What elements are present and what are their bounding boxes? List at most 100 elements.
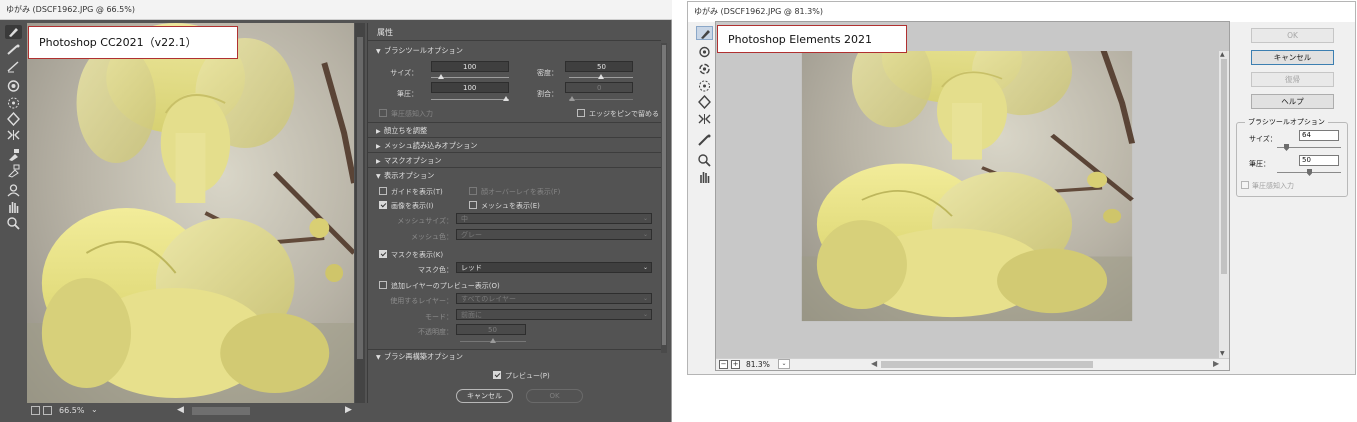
zoom-tool-icon[interactable]	[5, 216, 22, 230]
mesh-size-select[interactable]: 中 ⌄	[456, 213, 652, 224]
rate-input[interactable]: 0	[565, 82, 633, 93]
zoom-out-icon[interactable]: −	[719, 360, 728, 369]
cancel-button[interactable]: キャンセル	[456, 389, 513, 403]
reconstruct-tool-icon[interactable]	[696, 133, 713, 147]
size-slider[interactable]	[431, 74, 509, 79]
show-guides-checkbox[interactable]	[379, 187, 387, 195]
stylus-pressure-checkbox[interactable]	[379, 109, 387, 117]
group-title: ブラシツールオプション	[1245, 117, 1328, 127]
face-overlay-checkbox[interactable]	[469, 187, 477, 195]
slider-knob[interactable]	[438, 74, 444, 79]
use-layer-select[interactable]: すべてのレイヤー ⌄	[456, 293, 652, 304]
freeze-mask-tool-icon[interactable]	[5, 148, 22, 162]
load-mesh-section[interactable]: ▶ メッシュ読み込みオプション	[376, 141, 477, 151]
show-mesh-label: メッシュを表示(E)	[481, 202, 540, 210]
scroll-left-icon[interactable]: ◀	[177, 405, 184, 415]
chevron-down-icon: ⌄	[642, 215, 648, 222]
warp-tool-icon[interactable]	[696, 26, 713, 40]
twirl-clockwise-tool-icon[interactable]	[696, 45, 713, 59]
image-preview[interactable]	[27, 23, 354, 403]
liquify-toolbar	[693, 23, 715, 363]
zoom-in-icon[interactable]	[43, 406, 52, 415]
opacity-input[interactable]: 50	[456, 324, 526, 335]
chevron-down-icon: ⌄	[642, 295, 648, 302]
pucker-tool-icon[interactable]	[5, 96, 22, 110]
forward-warp-tool-icon[interactable]	[5, 25, 22, 39]
vertical-scrollbar[interactable]	[355, 23, 365, 403]
pressure-label: 筆圧：	[1249, 160, 1270, 168]
mode-select[interactable]: 前面に ⌄	[456, 309, 652, 320]
zoom-tool-icon[interactable]	[696, 153, 713, 167]
horizontal-scroll-thumb[interactable]	[881, 361, 1093, 368]
mesh-color-select[interactable]: グレー ⌄	[456, 229, 652, 240]
slider-knob[interactable]	[1307, 169, 1312, 176]
rate-slider[interactable]	[569, 96, 633, 101]
pin-edges-checkbox[interactable]	[577, 109, 585, 117]
face-tool-icon[interactable]	[5, 183, 22, 197]
hand-tool-icon[interactable]	[5, 200, 22, 214]
view-options-section[interactable]: ▼ 表示オプション	[376, 171, 434, 181]
preview-checkbox[interactable]	[493, 371, 501, 379]
zoom-out-icon[interactable]	[31, 406, 40, 415]
zoom-in-icon[interactable]: +	[731, 360, 740, 369]
brush-tool-options-section[interactable]: ▼ ブラシツールオプション	[376, 46, 463, 56]
size-input[interactable]: 64	[1299, 130, 1339, 141]
reconstruct-tool-icon[interactable]	[5, 43, 22, 57]
scroll-left-icon[interactable]: ◀	[871, 359, 877, 368]
panel-scrollbar[interactable]	[661, 43, 667, 353]
stylus-pressure-checkbox[interactable]	[1241, 181, 1249, 189]
bloat-tool-icon[interactable]	[5, 112, 22, 126]
thaw-mask-tool-icon[interactable]	[5, 164, 22, 178]
size-input[interactable]: 100	[431, 61, 509, 72]
density-slider[interactable]	[569, 74, 633, 79]
pressure-input[interactable]: 50	[1299, 155, 1339, 166]
mask-options-section[interactable]: ▶ マスクオプション	[376, 156, 442, 166]
zoom-dropdown-icon[interactable]: ⌄	[778, 359, 790, 369]
pressure-slider[interactable]	[1277, 169, 1341, 176]
show-mask-checkbox[interactable]	[379, 250, 387, 258]
density-input[interactable]: 50	[565, 61, 633, 72]
slider-knob[interactable]	[598, 74, 604, 79]
zoom-level: 81.3%	[746, 360, 770, 369]
scroll-right-icon[interactable]: ▶	[345, 405, 352, 415]
opacity-slider[interactable]	[460, 338, 526, 343]
show-mesh-checkbox[interactable]	[469, 201, 477, 209]
expand-triangle-icon: ▶	[376, 128, 381, 135]
twirl-counterclockwise-tool-icon[interactable]	[696, 62, 713, 76]
revert-button[interactable]: 復帰	[1251, 72, 1334, 87]
pucker-tool-icon[interactable]	[696, 79, 713, 93]
scroll-thumb[interactable]	[357, 37, 363, 359]
cancel-button[interactable]: キャンセル	[1251, 50, 1334, 65]
image-preview[interactable]	[716, 51, 1218, 358]
smooth-tool-icon[interactable]	[5, 59, 22, 73]
pin-edges-label: エッジをピンで留める	[589, 110, 659, 118]
pressure-input[interactable]: 100	[431, 82, 509, 93]
horizontal-scroll-thumb[interactable]	[192, 407, 250, 415]
ok-button[interactable]: OK	[526, 389, 583, 403]
pressure-slider[interactable]	[431, 96, 509, 101]
scroll-right-icon[interactable]: ▶	[1213, 359, 1219, 368]
slider-knob[interactable]	[503, 96, 509, 101]
face-aware-section[interactable]: ▶ 顔立ちを調整	[376, 126, 427, 136]
mask-color-select[interactable]: レッド ⌄	[456, 262, 652, 273]
help-button[interactable]: ヘルプ	[1251, 94, 1334, 109]
scroll-up-icon[interactable]: ▲	[1220, 51, 1225, 58]
slider-knob[interactable]	[490, 338, 496, 343]
push-left-tool-icon[interactable]	[5, 128, 22, 142]
shift-pixels-tool-icon[interactable]	[696, 112, 713, 126]
scroll-thumb[interactable]	[1221, 59, 1227, 274]
slider-knob[interactable]	[1284, 144, 1289, 151]
scroll-thumb[interactable]	[662, 45, 666, 345]
zoom-dropdown-icon[interactable]: ⌄	[91, 405, 98, 414]
scroll-down-icon[interactable]: ▼	[1220, 350, 1225, 357]
size-slider[interactable]	[1277, 144, 1341, 151]
brush-reconstruct-section[interactable]: ▼ ブラシ再構築オプション	[376, 352, 463, 362]
show-image-checkbox[interactable]	[379, 201, 387, 209]
vertical-scrollbar[interactable]: ▲ ▼	[1219, 51, 1229, 358]
hand-tool-icon[interactable]	[696, 170, 713, 184]
twirl-clockwise-tool-icon[interactable]	[5, 79, 22, 93]
bloat-tool-icon[interactable]	[696, 95, 713, 109]
slider-knob[interactable]	[569, 96, 575, 101]
ok-button[interactable]: OK	[1251, 28, 1334, 43]
show-backdrop-checkbox[interactable]	[379, 281, 387, 289]
